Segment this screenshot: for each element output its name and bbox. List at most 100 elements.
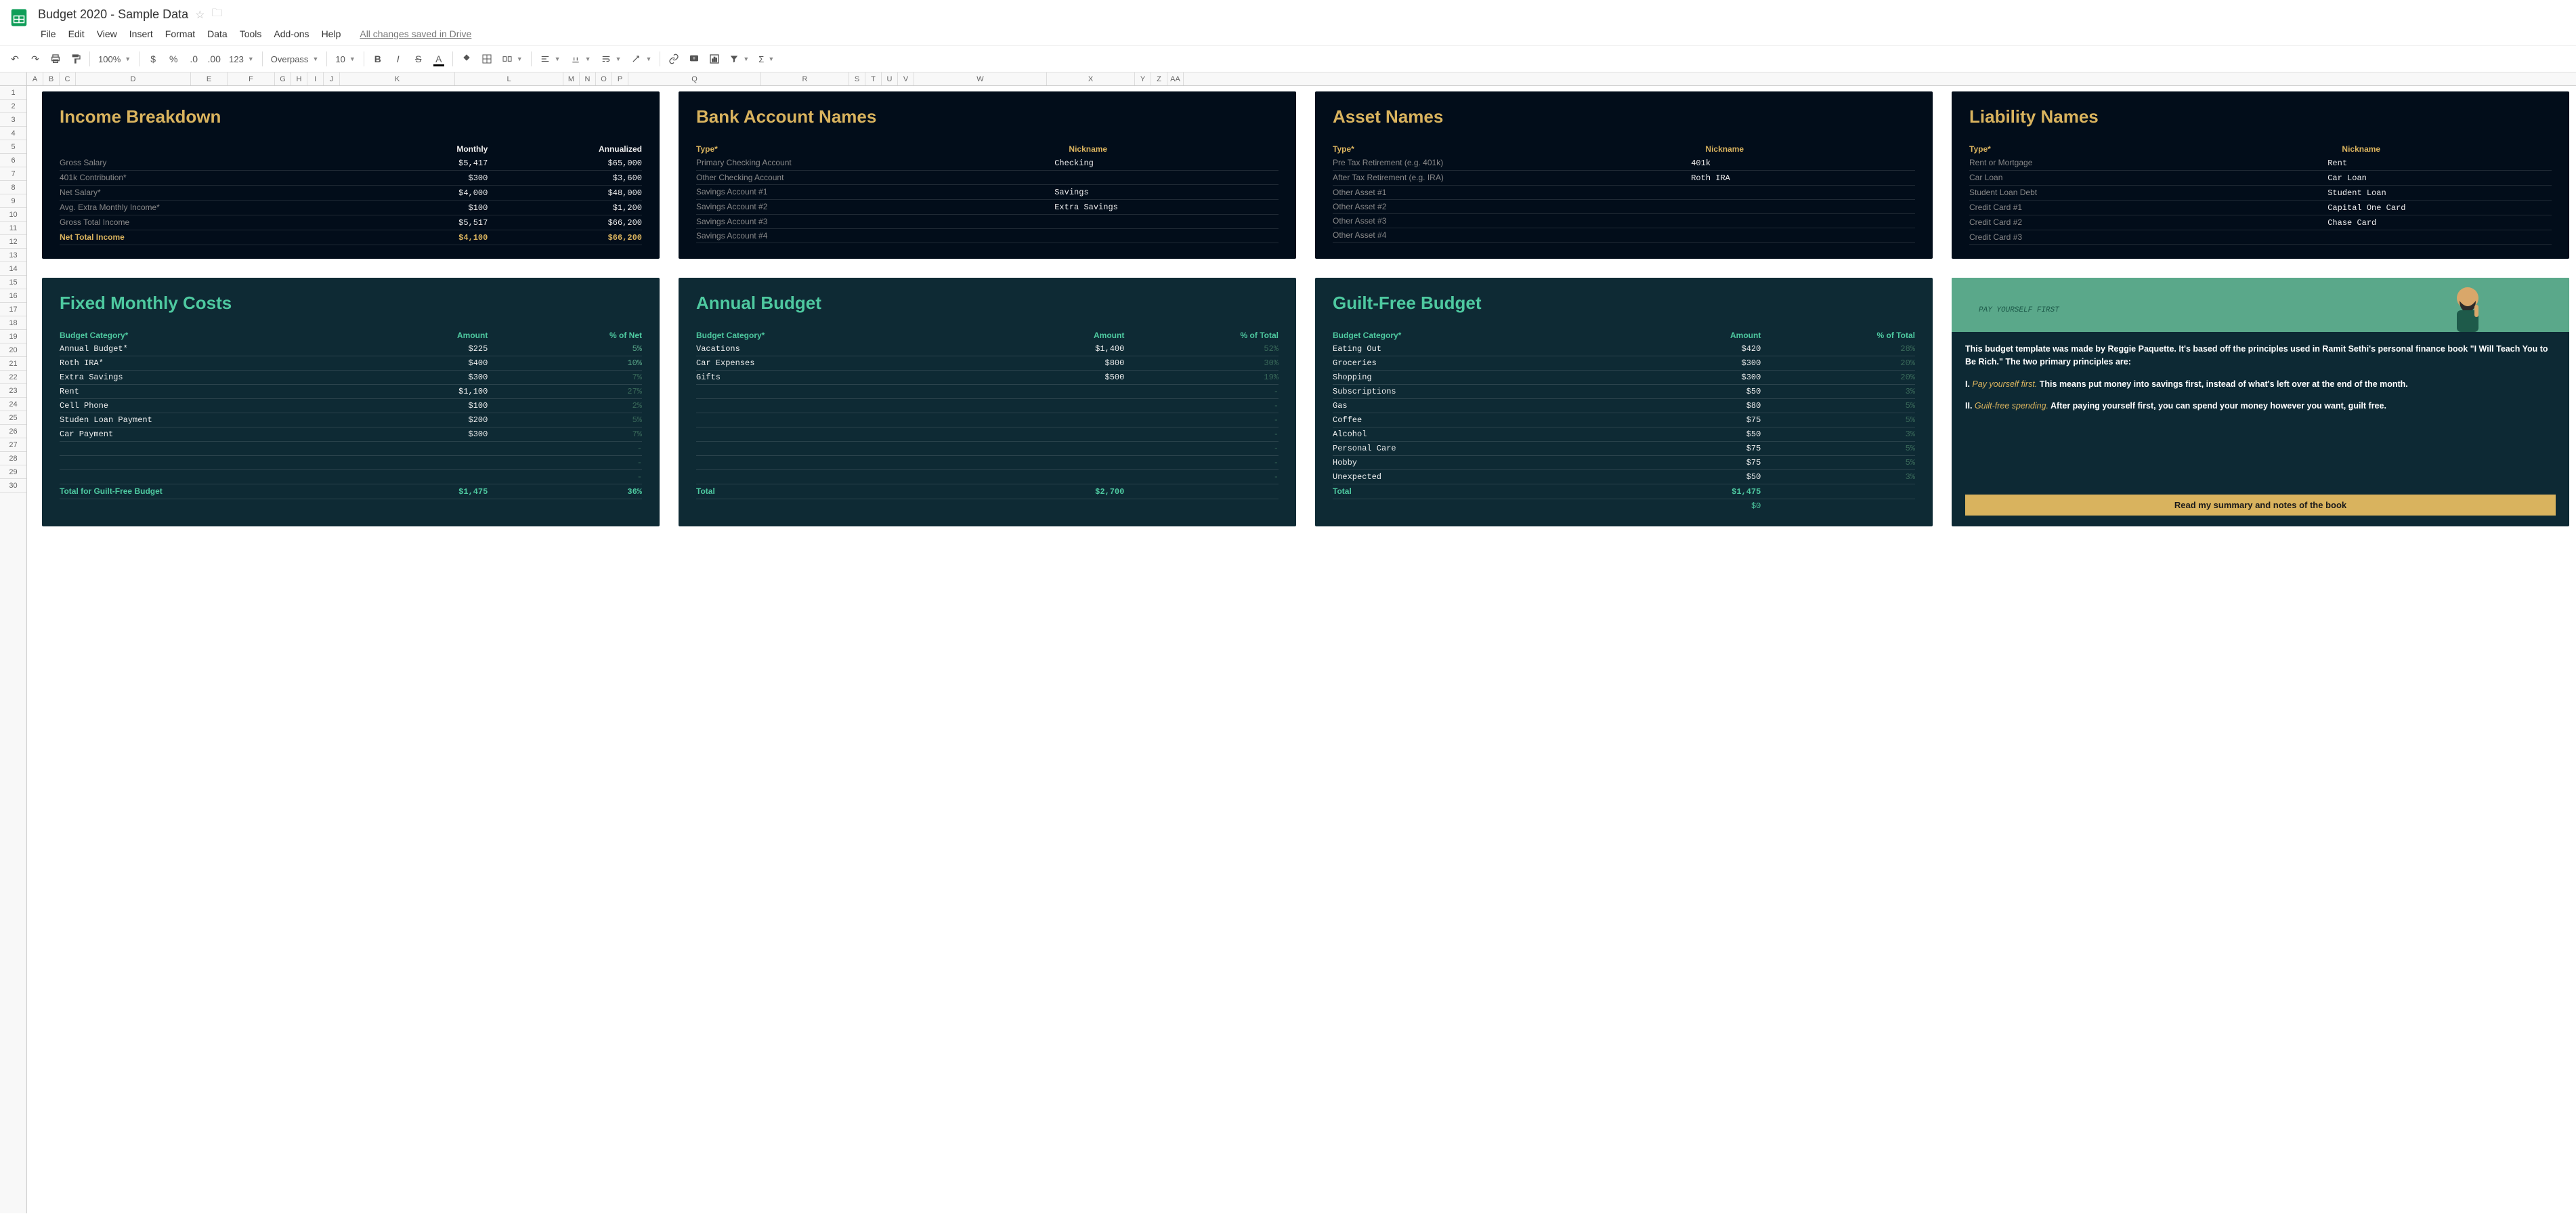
font-size-dropdown[interactable]: 10▼: [331, 51, 359, 67]
row-header[interactable]: 4: [0, 127, 26, 140]
table-row[interactable]: -: [696, 470, 1279, 484]
row-header[interactable]: 10: [0, 208, 26, 222]
menu-format[interactable]: Format: [160, 26, 200, 41]
read-summary-button[interactable]: Read my summary and notes of the book: [1965, 495, 2556, 516]
row-header[interactable]: 25: [0, 411, 26, 425]
row-header[interactable]: 15: [0, 276, 26, 289]
menu-help[interactable]: Help: [316, 26, 347, 41]
table-row[interactable]: Car Expenses$80030%: [696, 356, 1279, 371]
table-row[interactable]: Extra Savings$3007%: [60, 371, 642, 385]
col-header[interactable]: Y: [1135, 72, 1151, 85]
table-row[interactable]: Vacations$1,40052%: [696, 342, 1279, 356]
table-row[interactable]: Eating Out$42028%: [1333, 342, 1915, 356]
table-row[interactable]: -: [60, 442, 642, 456]
col-header[interactable]: I: [307, 72, 324, 85]
menu-tools[interactable]: Tools: [234, 26, 267, 41]
row-header[interactable]: 9: [0, 194, 26, 208]
col-header[interactable]: X: [1047, 72, 1135, 85]
col-header[interactable]: U: [882, 72, 898, 85]
col-header[interactable]: E: [191, 72, 228, 85]
col-header[interactable]: W: [914, 72, 1047, 85]
filter-icon[interactable]: ▼: [725, 51, 753, 66]
table-row[interactable]: -: [60, 456, 642, 470]
menu-edit[interactable]: Edit: [63, 26, 90, 41]
row-header[interactable]: 17: [0, 303, 26, 316]
table-row[interactable]: Gross Salary$5,417$65,000: [60, 156, 642, 171]
row-header[interactable]: 28: [0, 452, 26, 465]
table-row[interactable]: -: [696, 413, 1279, 427]
table-row[interactable]: Shopping$30020%: [1333, 371, 1915, 385]
col-header[interactable]: F: [228, 72, 275, 85]
currency-icon[interactable]: $: [144, 49, 163, 68]
star-icon[interactable]: ☆: [195, 8, 205, 22]
undo-icon[interactable]: ↶: [5, 49, 24, 68]
table-row[interactable]: Studen Loan Payment$2005%: [60, 413, 642, 427]
col-header[interactable]: L: [455, 72, 563, 85]
table-row[interactable]: -: [696, 385, 1279, 399]
table-row[interactable]: After Tax Retirement (e.g. IRA)Roth IRA: [1333, 171, 1915, 186]
col-header[interactable]: N: [580, 72, 596, 85]
table-row[interactable]: Unexpected$503%: [1333, 470, 1915, 484]
table-row[interactable]: 401k Contribution*$300$3,600: [60, 171, 642, 186]
table-row[interactable]: Pre Tax Retirement (e.g. 401k)401k: [1333, 156, 1915, 171]
text-wrap-icon[interactable]: ▼: [597, 51, 626, 66]
table-row[interactable]: Other Checking Account: [696, 171, 1279, 185]
percent-icon[interactable]: %: [164, 49, 183, 68]
table-row[interactable]: Personal Care$755%: [1333, 442, 1915, 456]
table-row[interactable]: Credit Card #1Capital One Card: [1969, 201, 2552, 215]
decrease-decimal-icon[interactable]: .0: [184, 49, 203, 68]
menu-data[interactable]: Data: [202, 26, 233, 41]
chart-icon[interactable]: [705, 49, 724, 68]
col-header[interactable]: A: [27, 72, 43, 85]
table-row[interactable]: Savings Account #1Savings: [696, 185, 1279, 200]
table-row[interactable]: Other Asset #3: [1333, 214, 1915, 228]
menu-file[interactable]: File: [35, 26, 62, 41]
col-header[interactable]: M: [563, 72, 580, 85]
table-row[interactable]: Cell Phone$1002%: [60, 399, 642, 413]
row-header[interactable]: 20: [0, 343, 26, 357]
menu-add-ons[interactable]: Add-ons: [268, 26, 314, 41]
comment-icon[interactable]: +: [685, 49, 704, 68]
row-header[interactable]: 23: [0, 384, 26, 398]
table-row[interactable]: Savings Account #3: [696, 215, 1279, 229]
table-row[interactable]: Annual Budget*$2255%: [60, 342, 642, 356]
row-header[interactable]: 14: [0, 262, 26, 276]
font-dropdown[interactable]: Overpass▼: [267, 51, 323, 67]
menu-view[interactable]: View: [91, 26, 123, 41]
table-row[interactable]: Net Salary*$4,000$48,000: [60, 186, 642, 201]
row-header[interactable]: 5: [0, 140, 26, 154]
redo-icon[interactable]: ↷: [26, 49, 45, 68]
col-header[interactable]: K: [340, 72, 455, 85]
table-row[interactable]: Other Asset #1: [1333, 186, 1915, 200]
table-row[interactable]: Car LoanCar Loan: [1969, 171, 2552, 186]
table-row[interactable]: -: [696, 456, 1279, 470]
col-header[interactable]: D: [76, 72, 191, 85]
col-header[interactable]: AA: [1167, 72, 1184, 85]
doc-title[interactable]: Budget 2020 - Sample Data: [38, 7, 188, 22]
col-header[interactable]: P: [612, 72, 628, 85]
table-row[interactable]: Other Asset #4: [1333, 228, 1915, 243]
table-row[interactable]: Coffee$755%: [1333, 413, 1915, 427]
strikethrough-icon[interactable]: S: [409, 49, 428, 68]
table-row[interactable]: Rent or MortgageRent: [1969, 156, 2552, 171]
row-header[interactable]: 19: [0, 330, 26, 343]
italic-icon[interactable]: I: [389, 49, 408, 68]
bold-icon[interactable]: B: [368, 49, 387, 68]
increase-decimal-icon[interactable]: .00: [205, 49, 223, 68]
table-row[interactable]: Primary Checking AccountChecking: [696, 156, 1279, 171]
zoom-dropdown[interactable]: 100%▼: [94, 51, 135, 67]
merge-cells-icon[interactable]: ▼: [498, 51, 527, 67]
table-row[interactable]: -: [696, 442, 1279, 456]
paint-format-icon[interactable]: [66, 49, 85, 68]
col-header[interactable]: H: [291, 72, 307, 85]
col-header[interactable]: J: [324, 72, 340, 85]
col-header[interactable]: G: [275, 72, 291, 85]
table-row[interactable]: -: [696, 427, 1279, 442]
table-row[interactable]: Savings Account #2Extra Savings: [696, 200, 1279, 215]
link-icon[interactable]: [664, 49, 683, 68]
row-header[interactable]: 6: [0, 154, 26, 167]
table-row[interactable]: Car Payment$3007%: [60, 427, 642, 442]
col-header[interactable]: V: [898, 72, 914, 85]
table-row[interactable]: Hobby$755%: [1333, 456, 1915, 470]
row-header[interactable]: 30: [0, 479, 26, 493]
